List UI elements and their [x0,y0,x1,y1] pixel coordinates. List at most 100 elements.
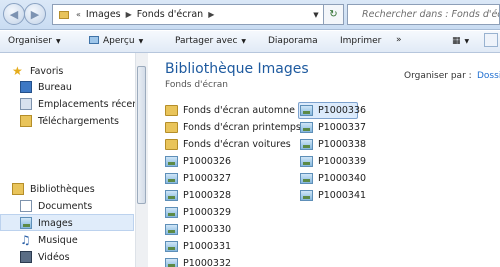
nav-videos-label: Vidéos [38,251,70,263]
folder-item[interactable]: Fonds d'écran automne [165,103,295,118]
image-item[interactable]: P1000339 [300,154,366,169]
image-file-icon [165,241,178,252]
libraries-icon [12,183,24,195]
image-item[interactable]: P1000330 [165,222,231,237]
folder-icon [165,105,178,116]
folder-icon [165,139,178,150]
nav-favorites-label: Favoris [30,65,64,77]
item-label: P1000337 [318,122,367,133]
documents-icon [20,200,32,212]
recent-places-icon [20,98,32,110]
search-placeholder: Rechercher dans : Fonds d'écran [362,9,499,20]
image-item[interactable]: P1000340 [300,171,366,186]
nav-scrollbar-thumb[interactable] [137,66,146,204]
image-file-icon [165,156,178,167]
image-file-icon [300,156,313,167]
refresh-button[interactable]: ↻ [324,4,344,25]
refresh-icon: ↻ [329,9,338,20]
share-button[interactable]: Partager avec ▼ [175,36,246,46]
nav-documents-label: Documents [38,200,93,212]
print-button[interactable]: Imprimer [340,36,381,46]
organize-label: Organiser [8,36,52,46]
nav-music-label: Musique [38,234,78,246]
image-file-icon [165,224,178,235]
image-item[interactable]: P1000331 [165,239,231,254]
view-icon: ▦ [452,36,461,46]
arrange-by-dropdown[interactable]: Dossi [477,71,500,81]
arrange-by-label: Organiser par : [404,71,472,81]
folder-icon [59,10,69,19]
folder-icon [165,122,178,133]
chevron-down-icon: ▼ [464,38,470,45]
image-file-icon [300,139,313,150]
image-item[interactable]: P1000326 [165,154,231,169]
desktop-icon [20,81,32,93]
item-label: P1000338 [318,139,367,150]
image-file-icon [165,207,178,218]
image-file-icon [165,173,178,184]
nav-downloads[interactable]: Téléchargements [20,114,119,128]
image-item-selected[interactable]: P1000336 [300,103,366,118]
image-item[interactable]: P1000337 [300,120,366,135]
item-label: Fonds d'écran voitures [183,139,291,150]
nav-libraries-label: Bibliothèques [30,183,95,195]
nav-libraries[interactable]: Bibliothèques [12,182,95,196]
crumb-separator-icon[interactable]: ▶ [123,10,135,19]
back-button[interactable]: ◀ [3,3,25,25]
view-options-button[interactable]: ▦ ▼ [452,36,469,46]
folder-item[interactable]: Fonds d'écran voitures [165,137,291,152]
item-label: P1000330 [183,224,232,235]
back-arrow-icon: ◀ [9,7,19,21]
image-file-icon [300,173,313,184]
item-label: Fonds d'écran automne [183,105,295,116]
crumb-fonds-ecran[interactable]: Fonds d'écran [135,9,205,20]
search-input[interactable]: Rechercher dans : Fonds d'écran [347,4,500,25]
address-field[interactable]: « Images ▶ Fonds d'écran ▶ ▼ [52,4,324,25]
preview-label: Aperçu [103,36,135,46]
image-item[interactable]: P1000327 [165,171,231,186]
address-dropdown-icon[interactable]: ▼ [309,11,323,19]
crumb-images[interactable]: Images [84,9,123,20]
slideshow-button[interactable]: Diaporama [268,36,318,46]
nav-images-label: Images [38,217,73,229]
item-label: P1000336 [318,105,367,116]
nav-recent-places[interactable]: Emplacements récents [20,97,147,111]
chevron-down-icon: ▼ [56,38,61,45]
nav-documents[interactable]: Documents [20,199,92,213]
command-bar [0,31,500,53]
image-item[interactable]: P1000329 [165,205,231,220]
image-file-icon [300,190,313,201]
image-item[interactable]: P1000341 [300,188,366,203]
nav-images[interactable]: Images [20,216,73,230]
folder-item[interactable]: Fonds d'écran printemps [165,120,301,135]
more-commands-button[interactable]: » [396,35,402,45]
chevron-down-icon: ▼ [138,38,144,45]
forward-button[interactable]: ▶ [24,3,46,25]
crumb-overflow[interactable]: « [73,10,84,19]
item-label: P1000341 [318,190,367,201]
preview-button[interactable]: Aperçu ▼ [89,36,143,46]
item-label: P1000326 [183,156,232,167]
item-label: P1000331 [183,241,232,252]
nav-favorites[interactable]: ★ Favoris [12,64,63,78]
organize-button[interactable]: Organiser ▼ [8,36,61,46]
nav-music[interactable]: ♫ Musique [20,233,78,247]
downloads-icon [20,115,32,127]
image-item[interactable]: P1000338 [300,137,366,152]
chevron-down-icon: ▼ [241,38,247,45]
item-label: Fonds d'écran printemps [183,122,301,133]
star-icon: ★ [12,64,23,78]
crumb-separator-icon[interactable]: ▶ [205,10,217,19]
forward-arrow-icon: ▶ [30,7,40,21]
image-item[interactable]: P1000328 [165,188,231,203]
item-label: P1000327 [183,173,232,184]
nav-recent-label: Emplacements récents [38,98,147,110]
image-file-icon [300,122,313,133]
nav-videos[interactable]: Vidéos [20,250,70,264]
details-pane-button[interactable] [484,33,498,47]
nav-desktop[interactable]: Bureau [20,80,72,94]
image-item[interactable]: P1000332 [165,256,231,267]
nav-downloads-label: Téléchargements [38,115,119,127]
nav-desktop-label: Bureau [38,81,72,93]
library-title: Bibliothèque Images [165,61,309,77]
